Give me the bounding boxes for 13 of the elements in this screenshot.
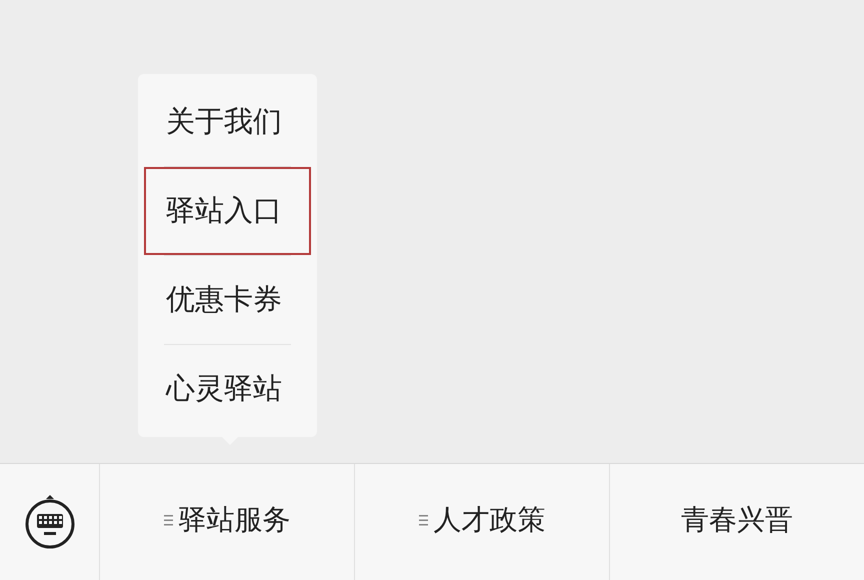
keyboard-icon[interactable] bbox=[24, 494, 76, 550]
menu-lines-icon bbox=[418, 514, 428, 526]
menu-lines-icon bbox=[164, 514, 172, 526]
submenu-item[interactable]: 心灵驿站 bbox=[144, 345, 311, 433]
tab-label: 青春兴晋 bbox=[681, 502, 793, 538]
menu-tab[interactable]: 人才政策 bbox=[355, 464, 610, 580]
submenu-item[interactable]: 驿站入口 bbox=[144, 167, 311, 255]
menu-tab[interactable]: 驿站服务 bbox=[100, 464, 355, 580]
tab-label: 驿站服务 bbox=[178, 502, 290, 538]
tab-label: 人才政策 bbox=[434, 502, 546, 538]
menu-tab[interactable]: 青春兴晋 bbox=[610, 464, 864, 580]
submenu-item[interactable]: 优惠卡券 bbox=[144, 256, 311, 344]
submenu-item[interactable]: 关于我们 bbox=[144, 78, 311, 166]
